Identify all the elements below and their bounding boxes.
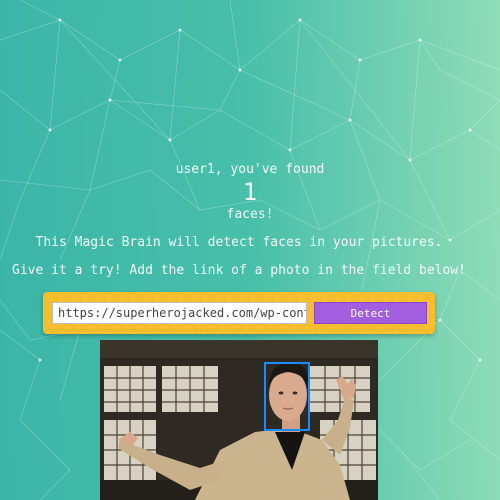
- face-bounding-box: [264, 362, 310, 431]
- app-description: This Magic Brain will detect faces in yo…: [35, 235, 443, 250]
- photo-scene: [100, 340, 378, 500]
- face-count-label: faces!: [226, 207, 274, 222]
- call-to-action: Give it a try! Add the link of a photo i…: [12, 263, 466, 278]
- user-greeting: user1, you've found: [175, 162, 325, 177]
- image-url-input[interactable]: https://superherojacked.com/wp-content: [52, 302, 307, 324]
- detection-image: [100, 340, 378, 500]
- face-count: 1: [242, 178, 258, 206]
- image-link-form: https://superherojacked.com/wp-content D…: [43, 292, 435, 334]
- detect-button[interactable]: Detect: [314, 302, 427, 324]
